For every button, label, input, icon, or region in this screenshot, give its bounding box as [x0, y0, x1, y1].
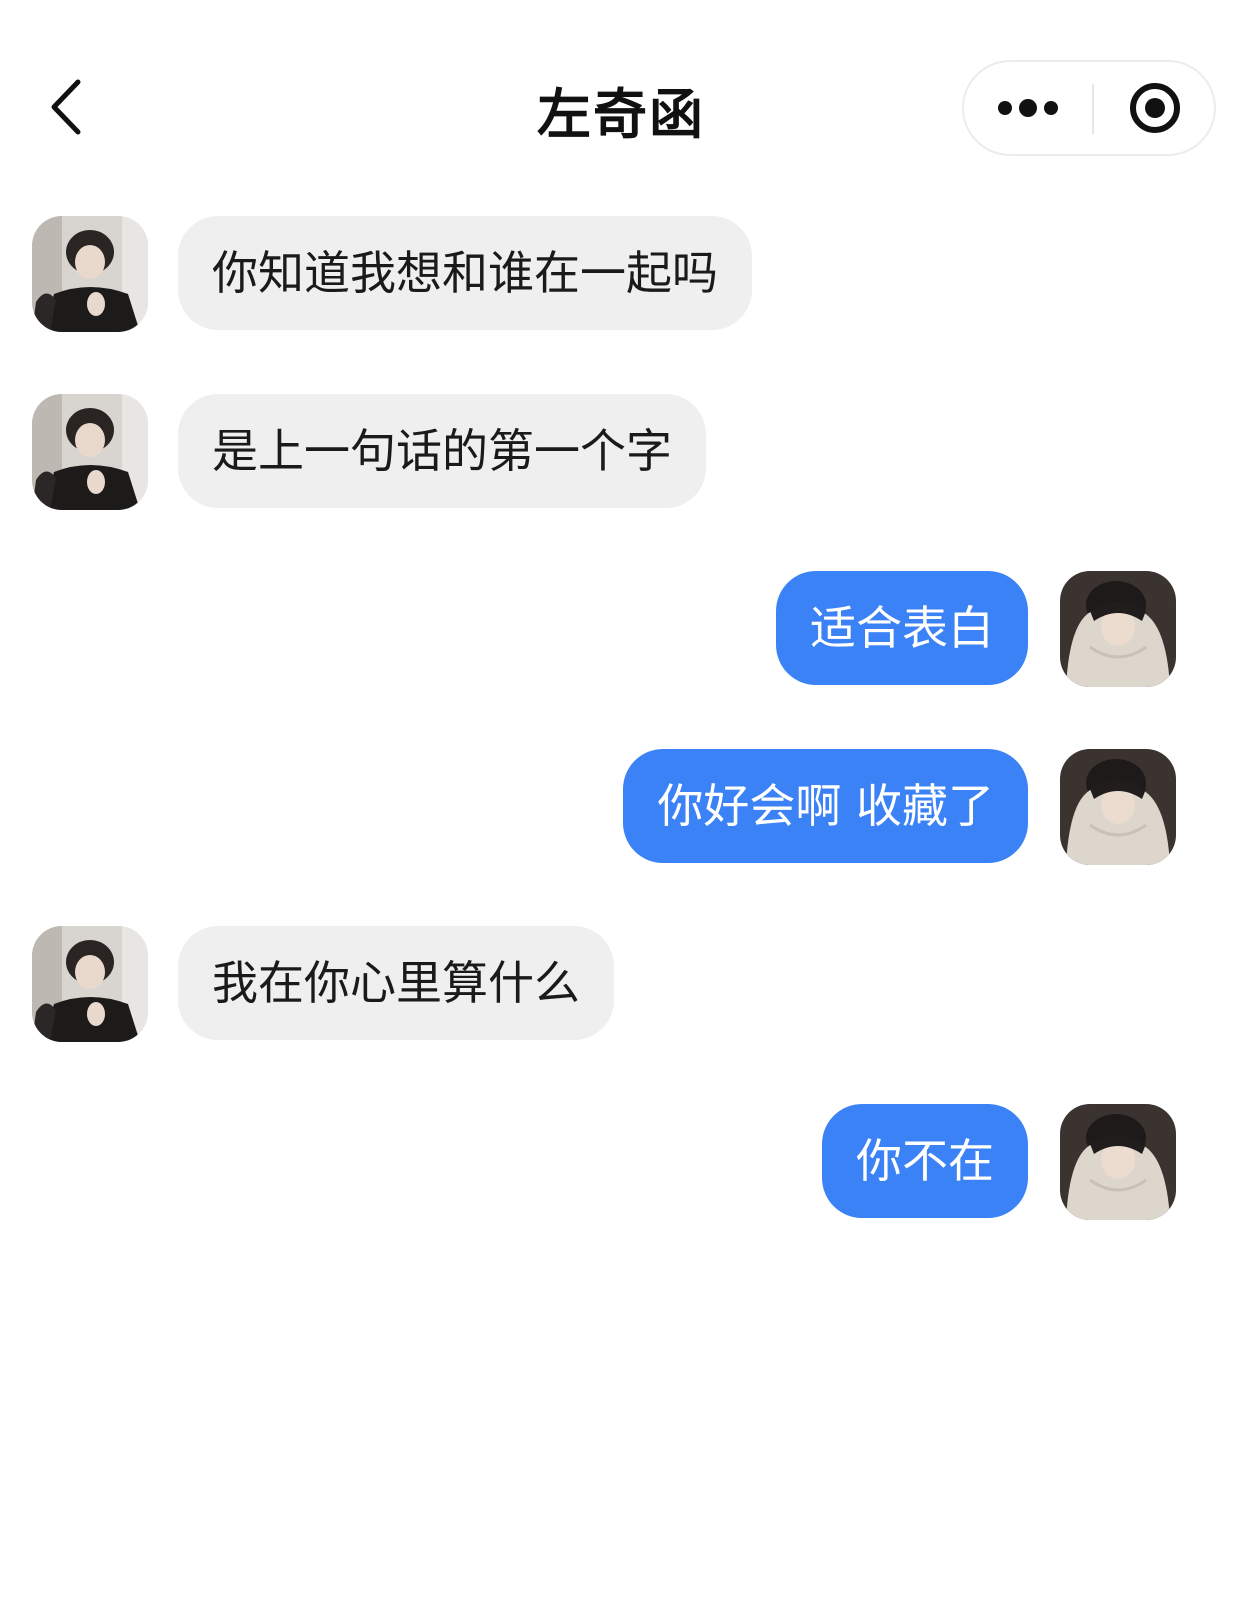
target-circle-icon [1130, 83, 1180, 133]
user-avatar[interactable] [1060, 749, 1176, 865]
user-avatar[interactable] [1060, 1104, 1176, 1220]
more-dots-icon [998, 99, 1058, 117]
outgoing-bubble[interactable]: 适合表白 [776, 571, 1028, 685]
user-avatar[interactable] [1060, 571, 1176, 687]
message-row: 适合表白 [0, 571, 1242, 687]
capsule-divider [1092, 84, 1094, 134]
message-row: 我在你心里算什么 [0, 926, 1242, 1042]
contact-avatar[interactable] [32, 394, 148, 510]
message-row: 你不在 [0, 1104, 1242, 1220]
message-row: 是上一句话的第一个字 [0, 394, 1242, 510]
message-row: 你好会啊 收藏了 [0, 749, 1242, 865]
more-button[interactable] [964, 62, 1092, 154]
message-row: 你知道我想和谁在一起吗 [0, 216, 1242, 332]
contact-avatar[interactable] [32, 216, 148, 332]
incoming-bubble[interactable]: 你知道我想和谁在一起吗 [178, 216, 752, 330]
outgoing-bubble[interactable]: 你不在 [822, 1104, 1028, 1218]
outgoing-bubble[interactable]: 你好会啊 收藏了 [623, 749, 1028, 863]
mini-program-capsule [962, 60, 1216, 156]
close-button[interactable] [1096, 62, 1214, 154]
chat-header: 左奇函 [0, 0, 1242, 180]
incoming-bubble[interactable]: 是上一句话的第一个字 [178, 394, 706, 508]
contact-avatar[interactable] [32, 926, 148, 1042]
incoming-bubble[interactable]: 我在你心里算什么 [178, 926, 614, 1040]
